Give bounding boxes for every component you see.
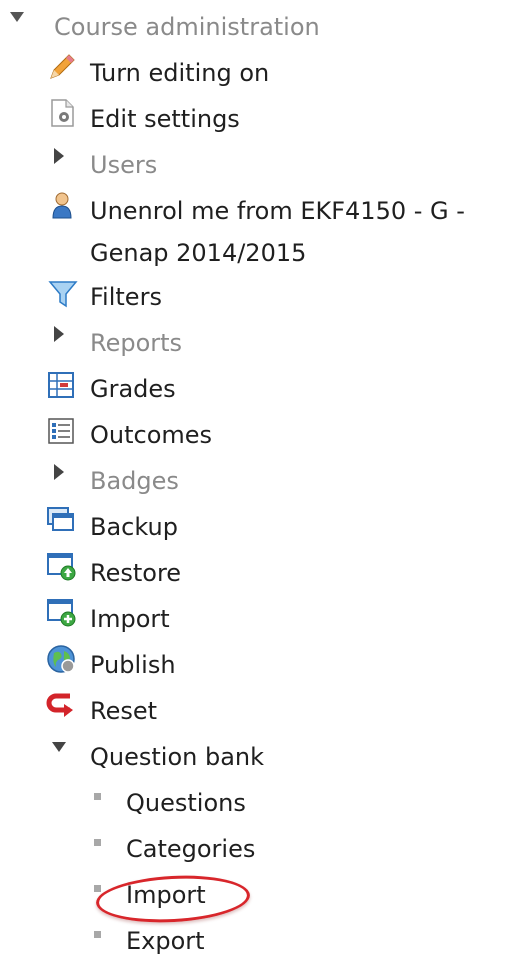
reports-node[interactable]: Reports — [90, 328, 182, 358]
questions-link[interactable]: Questions — [126, 788, 246, 818]
bullet-icon — [94, 885, 101, 892]
question-bank-import-link[interactable]: Import — [126, 880, 206, 910]
outcomes-link[interactable]: Outcomes — [90, 420, 212, 450]
filters-link[interactable]: Filters — [90, 282, 162, 312]
reset-link[interactable]: Reset — [90, 696, 157, 726]
categories-link[interactable]: Categories — [126, 834, 255, 864]
import-link[interactable]: Import — [90, 604, 170, 634]
export-link[interactable]: Export — [126, 926, 205, 956]
question-bank-node[interactable]: Question bank — [90, 742, 264, 772]
pencil-icon — [50, 54, 75, 79]
badges-node[interactable]: Badges — [90, 466, 179, 496]
filter-icon — [48, 281, 78, 308]
course-administration-heading[interactable]: Course administration — [54, 12, 320, 42]
users-node[interactable]: Users — [90, 150, 157, 180]
reset-icon — [46, 693, 73, 717]
collapsed-caret-icon[interactable] — [54, 148, 64, 164]
globe-icon — [47, 645, 75, 673]
turn-editing-on-link[interactable]: Turn editing on — [90, 58, 269, 88]
user-icon — [52, 192, 72, 219]
publish-link[interactable]: Publish — [90, 650, 176, 680]
unenrol-link-line1[interactable]: Unenrol me from EKF4150 - G - — [90, 196, 465, 226]
backup-icon — [47, 507, 74, 531]
bullet-icon — [94, 793, 101, 800]
settings-document-icon — [51, 99, 74, 127]
expanded-caret-icon[interactable] — [10, 12, 24, 22]
backup-link[interactable]: Backup — [90, 512, 178, 542]
outcomes-icon — [48, 418, 74, 444]
restore-link[interactable]: Restore — [90, 558, 181, 588]
edit-settings-link[interactable]: Edit settings — [90, 104, 240, 134]
expanded-caret-icon[interactable] — [52, 742, 66, 752]
grades-icon — [48, 372, 74, 398]
unenrol-link-line2[interactable]: Genap 2014/2015 — [90, 238, 306, 268]
restore-icon — [47, 553, 76, 581]
bullet-icon — [94, 839, 101, 846]
collapsed-caret-icon[interactable] — [54, 464, 64, 480]
import-icon — [47, 599, 76, 627]
collapsed-caret-icon[interactable] — [54, 326, 64, 342]
bullet-icon — [94, 931, 101, 938]
grades-link[interactable]: Grades — [90, 374, 176, 404]
